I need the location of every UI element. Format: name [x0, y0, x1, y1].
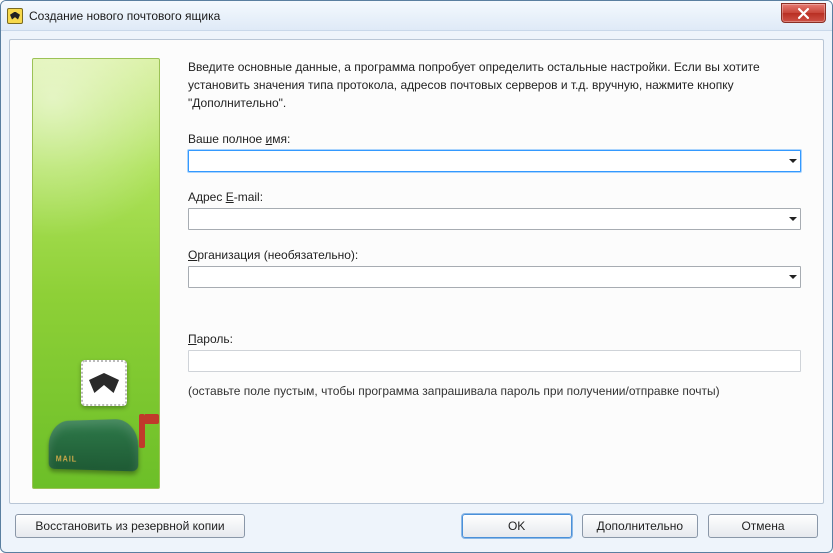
- instructions-text: Введите основные данные, а программа поп…: [188, 58, 801, 112]
- chevron-down-icon: [789, 159, 797, 163]
- email-label: Адрес E-mail:: [188, 190, 801, 204]
- password-group: Пароль:: [188, 332, 801, 372]
- chevron-down-icon: [789, 217, 797, 221]
- close-icon: [798, 8, 809, 19]
- content-panel: Введите основные данные, а программа поп…: [9, 39, 824, 504]
- password-input[interactable]: [188, 350, 801, 372]
- fullname-label: Ваше полное имя:: [188, 132, 801, 146]
- form-column: Введите основные данные, а программа поп…: [188, 58, 801, 489]
- wizard-side-image: [32, 58, 160, 489]
- client-area: Введите основные данные, а программа поп…: [1, 31, 832, 552]
- button-row: Восстановить из резервной копии OK Допол…: [9, 504, 824, 544]
- email-input[interactable]: [188, 208, 801, 230]
- mailbox-icon: [41, 378, 153, 478]
- fullname-input[interactable]: [188, 150, 801, 172]
- close-button[interactable]: [781, 3, 826, 23]
- titlebar: Создание нового почтового ящика: [1, 1, 832, 31]
- more-button[interactable]: Дополнительно: [582, 514, 698, 538]
- restore-backup-button[interactable]: Восстановить из резервной копии: [15, 514, 245, 538]
- app-icon: [7, 8, 23, 24]
- fullname-group: Ваше полное имя:: [188, 132, 801, 172]
- window-title: Создание нового почтового ящика: [29, 9, 220, 23]
- email-group: Адрес E-mail:: [188, 190, 801, 230]
- cancel-button[interactable]: Отмена: [708, 514, 818, 538]
- chevron-down-icon: [789, 275, 797, 279]
- stamp-icon: [81, 360, 127, 406]
- dialog-window: Создание нового почтового ящика Введите …: [0, 0, 833, 553]
- ok-button[interactable]: OK: [462, 514, 572, 538]
- password-label: Пароль:: [188, 332, 801, 346]
- password-hint: (оставьте поле пустым, чтобы программа з…: [188, 384, 801, 398]
- org-group: Организация (необязательно):: [188, 248, 801, 288]
- org-input[interactable]: [188, 266, 801, 288]
- org-label: Организация (необязательно):: [188, 248, 801, 262]
